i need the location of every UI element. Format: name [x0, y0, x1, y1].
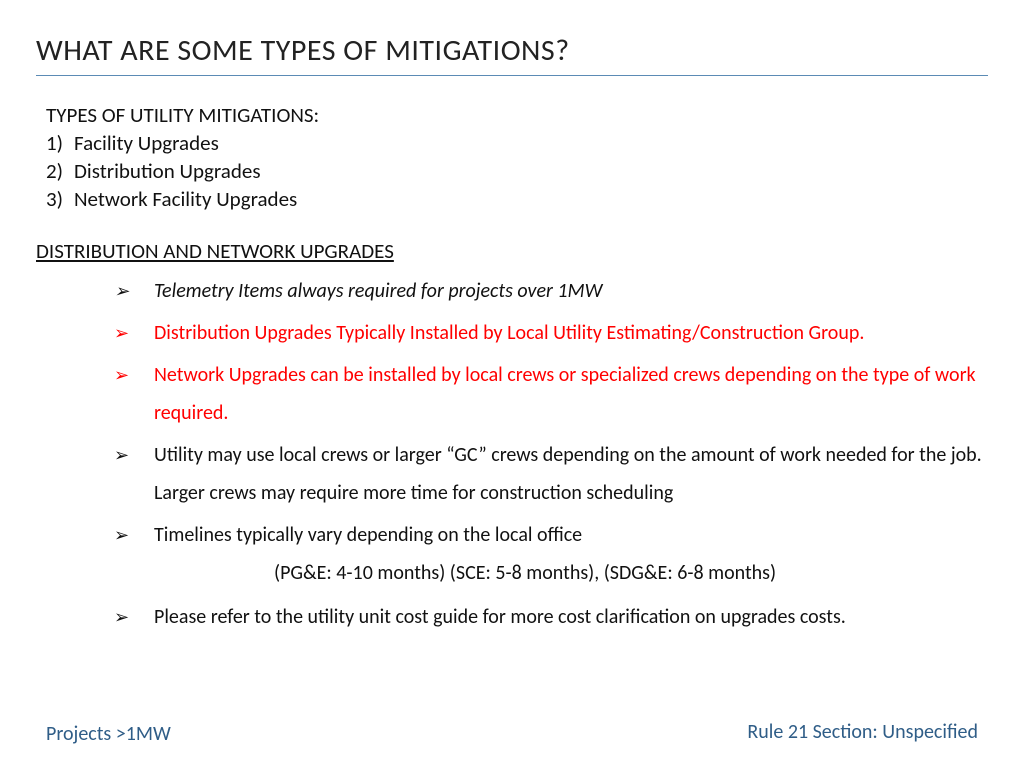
intro-item: 3)Network Facility Upgrades [46, 186, 988, 212]
intro-item-text: Network Facility Upgrades [74, 186, 297, 212]
intro-heading: TYPES OF UTILITY MITIGATIONS: [46, 102, 988, 128]
bullet-text: Distribution Upgrades Typically Installe… [154, 321, 864, 345]
bullet-item: ➢ Telemetry Items always required for pro… [114, 272, 988, 310]
bullet-item: ➢ Network Upgrades can be installed by lo… [114, 356, 988, 432]
arrow-icon: ➢ [114, 358, 129, 392]
bullet-item: ➢ Distribution Upgrades Typically Install… [114, 314, 988, 352]
bullet-text: Timelines typically vary depending on th… [154, 523, 582, 547]
bullet-text: Utility may use local crews or larger “G… [154, 443, 982, 505]
arrow-icon: ➢ [114, 600, 129, 634]
bullet-item: ➢ Please refer to the utility unit cost g… [114, 598, 988, 636]
intro-item-text: Distribution Upgrades [74, 158, 261, 184]
bullet-item: ➢ Utility may use local crews or larger “… [114, 436, 988, 512]
arrow-icon: ➢ [114, 316, 129, 350]
bullet-list: ➢ Telemetry Items always required for pro… [114, 272, 988, 636]
intro-block: TYPES OF UTILITY MITIGATIONS: 1)Facility… [46, 102, 988, 212]
intro-item: 1)Facility Upgrades [46, 130, 988, 156]
page-title: WHAT ARE SOME TYPES OF MITIGATIONS? [36, 32, 988, 76]
slide: WHAT ARE SOME TYPES OF MITIGATIONS? TYPE… [0, 0, 1024, 636]
bullet-text: Network Upgrades can be installed by loc… [154, 363, 976, 425]
intro-item: 2)Distribution Upgrades [46, 158, 988, 184]
arrow-icon: ➢ [114, 438, 129, 472]
arrow-icon: ➢ [114, 274, 129, 308]
bullet-text: Please refer to the utility unit cost gu… [154, 605, 846, 629]
bullet-text: Telemetry Items always required for proj… [154, 279, 602, 303]
bullet-subtext: (PG&E: 4-10 months) (SCE: 5-8 months), (… [274, 554, 988, 592]
intro-item-text: Facility Upgrades [74, 130, 219, 156]
bullet-item: ➢ Timelines typically vary depending on t… [114, 516, 988, 554]
footer-left: Projects >1MW [46, 722, 171, 746]
intro-list: 1)Facility Upgrades 2)Distribution Upgra… [46, 130, 988, 212]
arrow-icon: ➢ [114, 518, 129, 552]
section-heading: DISTRIBUTION AND NETWORK UPGRADES [36, 238, 988, 264]
footer-right: Rule 21 Section: Unspecified [747, 720, 978, 744]
